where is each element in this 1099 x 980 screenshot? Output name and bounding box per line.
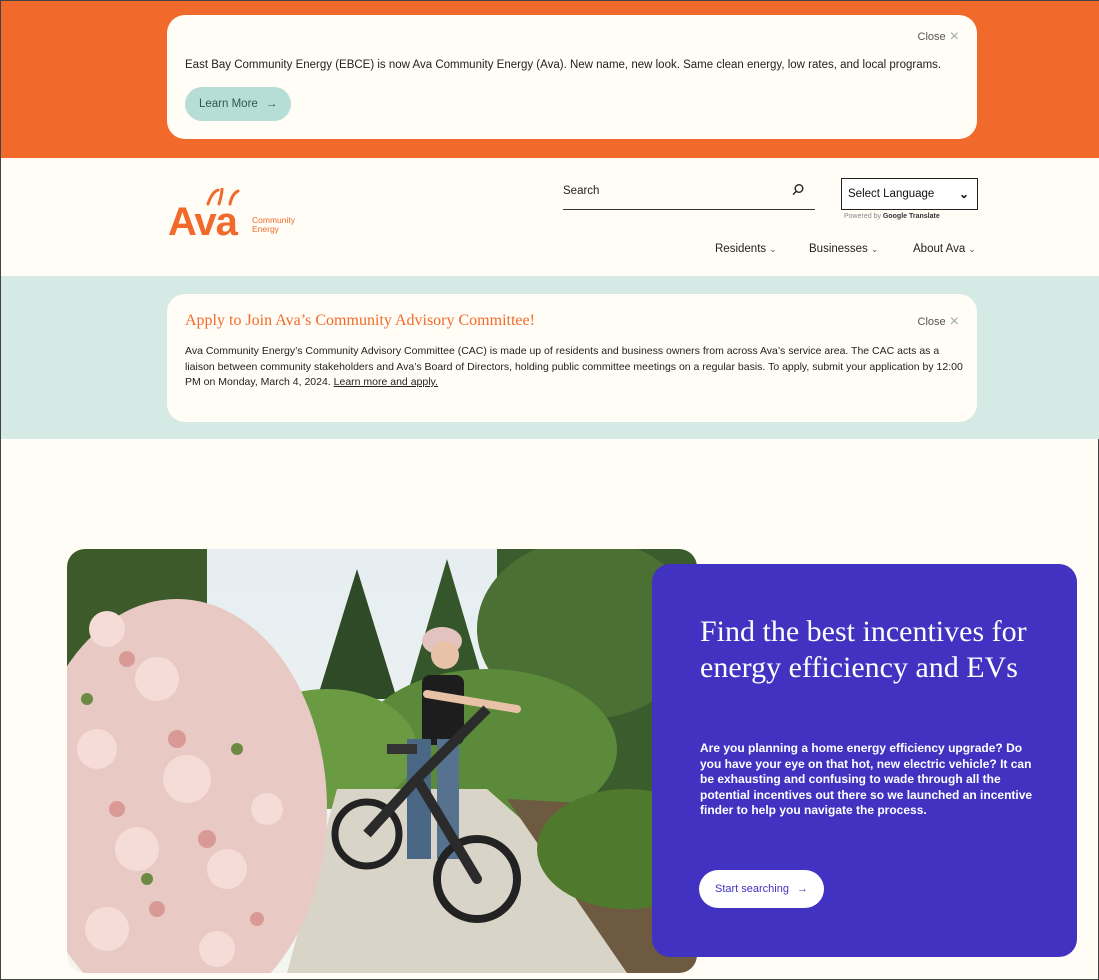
hero-photo-woman-with-ebike: [67, 549, 697, 973]
rebrand-notice-message: East Bay Community Energy (EBCE) is now …: [185, 59, 942, 71]
cac-notice-card: Apply to Join Ava’s Community Advisory C…: [167, 294, 977, 422]
learn-more-button[interactable]: Learn More →: [185, 87, 292, 121]
language-select-value: Select Language: [848, 188, 935, 200]
nav-businesses-label: Businesses: [809, 243, 868, 255]
nav-about-ava[interactable]: About Ava ⌄: [913, 243, 976, 255]
arrow-right-icon: →: [796, 883, 808, 895]
chevron-down-icon: ⌄: [958, 187, 969, 201]
rebrand-notice-close-button[interactable]: Close ×: [917, 28, 959, 45]
ava-logo[interactable]: Ava Community Energy: [168, 188, 318, 244]
logo-subtitle: Community Energy: [252, 216, 295, 234]
close-label: Close: [917, 31, 946, 43]
arrow-right-icon: →: [265, 98, 278, 110]
search-icon[interactable]: [791, 183, 805, 197]
cac-notice-body: Ava Community Energy’s Community Advisor…: [185, 344, 965, 391]
learn-more-label: Learn More: [199, 98, 258, 110]
powered-by-label: Powered by: [844, 213, 881, 220]
hero-heading: Find the best incentives for energy effi…: [700, 615, 1027, 684]
cac-notice-text: Ava Community Energy’s Community Advisor…: [185, 345, 963, 388]
translate-link[interactable]: Google Translate: [883, 213, 940, 220]
site-header: Ava Community Energy Search Select Langu…: [1, 158, 1099, 276]
chevron-down-icon: ⌄: [769, 243, 777, 254]
hero-photo-illustration: [67, 549, 697, 973]
close-icon: ×: [949, 313, 959, 330]
cac-notice-close-button[interactable]: Close ×: [917, 313, 959, 330]
nav-businesses[interactable]: Businesses ⌄: [809, 243, 878, 255]
logo-wordmark: Ava: [168, 200, 238, 244]
chevron-down-icon: ⌄: [870, 243, 879, 254]
nav-residents[interactable]: Residents ⌄: [715, 243, 777, 255]
rebrand-notice-band: Close × East Bay Community Energy (EBCE)…: [1, 1, 1099, 158]
cac-notice-title: Apply to Join Ava’s Community Advisory C…: [185, 312, 535, 329]
powered-by-google-translate: Powered by Google Translate: [844, 213, 940, 220]
start-searching-button[interactable]: Start searching →: [699, 870, 824, 908]
close-label: Close: [917, 316, 946, 328]
start-searching-label: Start searching: [715, 883, 789, 895]
cac-notice-band: Apply to Join Ava’s Community Advisory C…: [1, 276, 1099, 439]
logo-subtitle-line-2: Energy: [252, 224, 279, 234]
hero-incentives-card: Find the best incentives for energy effi…: [652, 564, 1077, 957]
search-placeholder: Search: [563, 185, 600, 197]
rebrand-notice-card: Close × East Bay Community Energy (EBCE)…: [167, 15, 977, 139]
chevron-down-icon: ⌄: [968, 243, 976, 254]
nav-about-ava-label: About Ava: [913, 243, 966, 255]
close-icon: ×: [949, 28, 959, 45]
language-select[interactable]: Select Language ⌄: [841, 178, 978, 210]
learn-more-and-apply-link[interactable]: Learn more and apply.: [334, 376, 438, 388]
search-input[interactable]: Search: [563, 182, 815, 210]
hero-description: Are you planning a home energy efficienc…: [700, 741, 1033, 817]
nav-residents-label: Residents: [715, 243, 767, 255]
